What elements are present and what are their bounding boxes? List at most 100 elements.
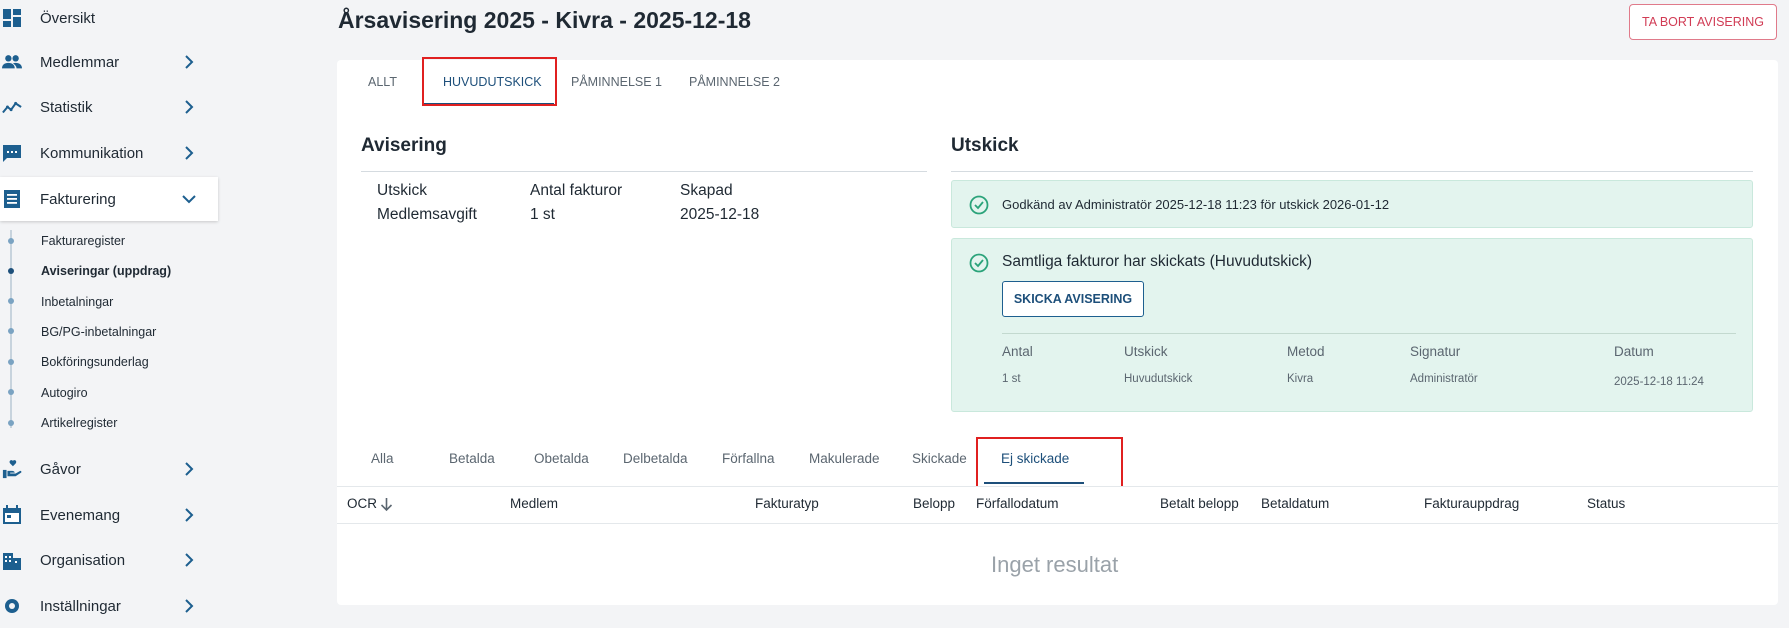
highlight-box xyxy=(422,57,557,106)
column-header-fakturauppdrag[interactable]: Fakturauppdrag xyxy=(1424,496,1519,511)
divider xyxy=(951,171,1753,172)
submenu-dot xyxy=(8,238,14,244)
approved-text: Godkänd av Administratör 2025-12-18 11:2… xyxy=(1002,197,1390,212)
gift-hand-icon xyxy=(2,459,22,479)
tab-paminnelse-1[interactable]: PÅMINNELSE 1 xyxy=(571,75,662,89)
chevron-right-icon xyxy=(185,462,194,476)
submenu-dot xyxy=(8,298,14,304)
send-avisering-button[interactable]: SKICKA AVISERING xyxy=(1002,281,1144,317)
submenu-item-bgpg-inbetalningar[interactable]: BG/PG-inbetalningar xyxy=(41,325,156,339)
sidebar-item-kommunikation[interactable]: Kommunikation xyxy=(0,131,218,175)
avisering-title: Avisering xyxy=(361,135,447,156)
avisering-value-utskick: Medlemsavgift xyxy=(377,206,477,223)
submenu-item-artikelregister[interactable]: Artikelregister xyxy=(41,416,117,430)
sidebar-item-installningar[interactable]: Inställningar xyxy=(0,584,218,628)
sidebar-item-label: Statistik xyxy=(40,98,93,116)
sidebar-item-label: Kommunikation xyxy=(40,144,144,162)
filter-tab-skickade[interactable]: Skickade xyxy=(912,451,967,466)
column-header-belopp[interactable]: Belopp xyxy=(913,496,955,511)
filter-tab-obetalda[interactable]: Obetalda xyxy=(534,451,589,466)
avisering-header-skapad: Skapad xyxy=(680,182,733,199)
submenu-item-autogiro[interactable]: Autogiro xyxy=(41,386,88,400)
column-header-betaldatum[interactable]: Betaldatum xyxy=(1261,496,1329,511)
divider xyxy=(361,171,927,172)
sidebar-item-label: Inställningar xyxy=(40,597,121,615)
sidebar-item-medlemmar[interactable]: Medlemmar xyxy=(0,40,218,84)
sidebar-item-label: Evenemang xyxy=(40,506,121,524)
page-title: Årsavisering 2025 - Kivra - 2025-12-18 xyxy=(338,7,751,33)
column-header-medlem[interactable]: Medlem xyxy=(510,496,558,511)
meta-value-utskick: Huvudutskick xyxy=(1124,373,1193,385)
sent-text: Samtliga fakturor har skickats (Huvuduts… xyxy=(1002,253,1313,270)
check-circle-icon xyxy=(969,195,989,215)
tab-allt[interactable]: ALLT xyxy=(368,75,397,89)
sidebar-item-label: Gåvor xyxy=(40,460,81,478)
sidebar-item-evenemang[interactable]: Evenemang xyxy=(0,493,218,537)
sidebar-item-gavor[interactable]: Gåvor xyxy=(0,447,218,491)
sidebar-item-label: Översikt xyxy=(40,9,96,27)
trend-icon xyxy=(2,97,22,117)
filter-tab-makulerade[interactable]: Makulerade xyxy=(809,451,880,466)
chevron-down-icon xyxy=(182,195,196,204)
people-icon xyxy=(2,52,22,72)
avisering-value-skapad: 2025-12-18 xyxy=(680,206,760,223)
chevron-right-icon xyxy=(185,599,194,613)
invoice-icon xyxy=(2,189,22,209)
meta-value-metod: Kivra xyxy=(1287,373,1314,385)
filter-tab-delbetalda[interactable]: Delbetalda xyxy=(623,451,688,466)
chevron-right-icon xyxy=(185,146,194,160)
chevron-right-icon xyxy=(185,55,194,69)
sidebar-item-statistik[interactable]: Statistik xyxy=(0,85,218,129)
delete-avisering-button[interactable]: TA BORT AVISERING xyxy=(1629,4,1777,40)
sidebar-item-label: Medlemmar xyxy=(40,53,120,71)
submenu-item-inbetalningar[interactable]: Inbetalningar xyxy=(41,295,113,309)
column-header-forfallodatum[interactable]: Förfallodatum xyxy=(976,496,1059,511)
meta-header-antal: Antal xyxy=(1002,344,1033,359)
utskick-title: Utskick xyxy=(951,135,1019,156)
column-header-status[interactable]: Status xyxy=(1587,496,1625,511)
sidebar: Översikt Medlemmar Statistik Kommunikati… xyxy=(0,0,218,615)
divider xyxy=(1002,333,1736,334)
avisering-header-antal: Antal fakturor xyxy=(530,182,623,199)
meta-value-signatur: Administratör xyxy=(1410,373,1478,385)
chevron-right-icon xyxy=(185,508,194,522)
chevron-right-icon xyxy=(185,553,194,567)
submenu-dot-active xyxy=(8,268,14,274)
sidebar-item-oversikt[interactable]: Översikt xyxy=(0,0,218,40)
empty-state-text: Inget resultat xyxy=(991,552,1119,577)
submenu-dot xyxy=(8,389,14,395)
filter-tab-betalda[interactable]: Betalda xyxy=(449,451,495,466)
submenu-dot xyxy=(8,420,14,426)
meta-header-metod: Metod xyxy=(1287,344,1325,359)
meta-header-signatur: Signatur xyxy=(1410,344,1461,359)
sidebar-item-organisation[interactable]: Organisation xyxy=(0,538,218,582)
filter-tab-forfallna[interactable]: Förfallna xyxy=(722,451,775,466)
tab-paminnelse-2[interactable]: PÅMINNELSE 2 xyxy=(689,75,780,89)
filter-tab-alla[interactable]: Alla xyxy=(371,451,394,466)
highlight-box xyxy=(976,437,1123,488)
column-header-fakturatyp[interactable]: Fakturatyp xyxy=(755,496,819,511)
column-header-ocr[interactable]: OCR xyxy=(347,496,377,511)
calendar-icon xyxy=(2,505,22,525)
submenu-item-aviseringar[interactable]: Aviseringar (uppdrag) xyxy=(41,264,171,278)
chevron-right-icon xyxy=(185,100,194,114)
submenu-dot xyxy=(8,359,14,365)
gear-icon xyxy=(2,596,22,616)
avisering-header-utskick: Utskick xyxy=(377,182,427,199)
meta-value-antal: 1 st xyxy=(1002,373,1021,385)
check-circle-icon xyxy=(969,253,989,273)
chat-icon xyxy=(2,143,22,163)
meta-header-utskick: Utskick xyxy=(1124,344,1168,359)
sidebar-item-label: Fakturering xyxy=(40,190,116,208)
column-header-betalt-belopp[interactable]: Betalt belopp xyxy=(1160,496,1239,511)
submenu-item-fakturaregister[interactable]: Fakturaregister xyxy=(41,234,125,248)
meta-value-datum: 2025-12-18 11:24 xyxy=(1614,376,1704,388)
sort-arrow-down-icon[interactable] xyxy=(380,497,393,512)
sidebar-item-fakturering[interactable]: Fakturering xyxy=(0,177,218,221)
avisering-value-antal: 1 st xyxy=(530,206,555,223)
dashboard-icon xyxy=(2,8,22,28)
sidebar-item-label: Organisation xyxy=(40,551,126,569)
meta-header-datum: Datum xyxy=(1614,344,1654,359)
submenu-item-bokforingsunderlag[interactable]: Bokföringsunderlag xyxy=(41,355,149,369)
submenu-dot xyxy=(8,328,14,334)
